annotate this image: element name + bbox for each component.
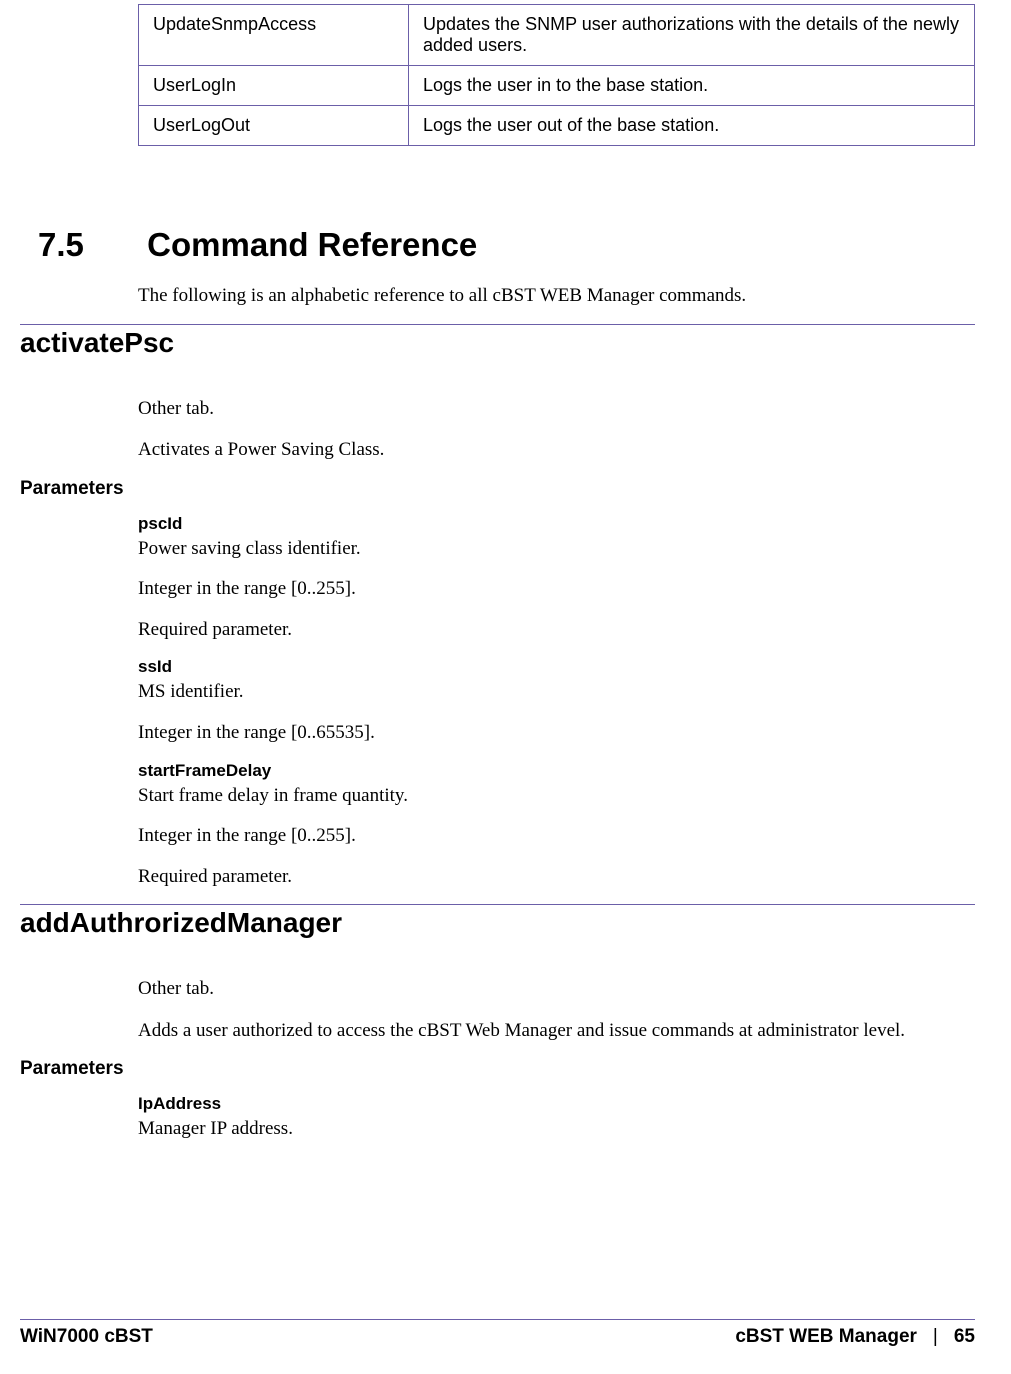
param-range: Integer in the range [0..65535]. [138,720,975,747]
cell-name: UserLogIn [139,66,409,106]
footer: WiN7000 cBST cBST WEB Manager | 65 [20,1319,975,1348]
content: UpdateSnmpAccess Updates the SNMP user a… [138,4,975,1143]
cell-desc: Updates the SNMP user authorizations wit… [409,5,975,66]
page: UpdateSnmpAccess Updates the SNMP user a… [0,4,1011,1374]
param-range: Integer in the range [0..255]. [138,576,975,603]
cell-name: UpdateSnmpAccess [139,5,409,66]
param-required: Required parameter. [138,864,975,891]
tab-line: Other tab. [138,395,975,423]
param-desc: MS identifier. [138,679,975,706]
table-row: UserLogIn Logs the user in to the base s… [139,66,975,106]
param-name-ipaddress: IpAddress [138,1094,975,1114]
command-heading-addauthrorizedmanager: addAuthrorizedManager [20,904,975,939]
cell-name: UserLogOut [139,106,409,146]
section-intro: The following is an alphabetic reference… [138,282,975,310]
parameters-label: Parameters [20,1058,975,1080]
section-heading: 7.5 Command Reference [38,226,975,264]
cell-desc: Logs the user in to the base station. [409,66,975,106]
param-name-ssid: ssId [138,657,975,677]
footer-right-label: cBST WEB Manager [735,1326,917,1348]
footer-separator: | [933,1326,938,1348]
param-desc: Start frame delay in frame quantity. [138,783,975,810]
param-desc: Power saving class identifier. [138,536,975,563]
param-required: Required parameter. [138,617,975,644]
param-desc: Manager IP address. [138,1116,975,1143]
parameters-label: Parameters [20,478,975,500]
command-desc: Activates a Power Saving Class. [138,436,975,464]
cell-desc: Logs the user out of the base station. [409,106,975,146]
section-number: 7.5 [38,226,138,264]
param-range: Integer in the range [0..255]. [138,823,975,850]
param-name-pscid: pscId [138,514,975,534]
footer-right: cBST WEB Manager | 65 [735,1326,975,1348]
section-title: Command Reference [147,226,477,263]
tab-line: Other tab. [138,975,975,1003]
param-name-startframedelay: startFrameDelay [138,761,975,781]
command-desc: Adds a user authorized to access the cBS… [138,1017,975,1045]
footer-page-number: 65 [954,1326,975,1348]
table-row: UserLogOut Logs the user out of the base… [139,106,975,146]
command-table: UpdateSnmpAccess Updates the SNMP user a… [138,4,975,146]
table-row: UpdateSnmpAccess Updates the SNMP user a… [139,5,975,66]
command-heading-activatepsc: activatePsc [20,324,975,359]
footer-left: WiN7000 cBST [20,1326,153,1348]
